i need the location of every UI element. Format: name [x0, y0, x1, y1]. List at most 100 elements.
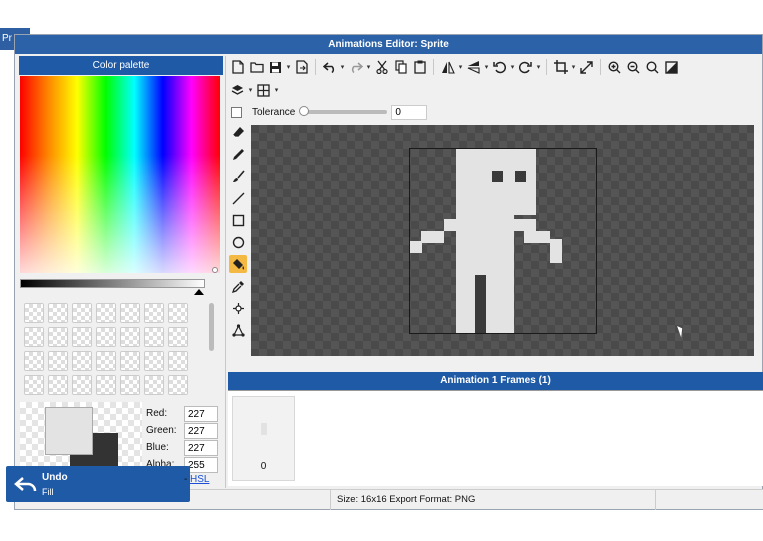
- swatch[interactable]: [120, 375, 140, 395]
- swatch[interactable]: [96, 375, 116, 395]
- blue-input[interactable]: [184, 440, 218, 456]
- swatch[interactable]: [168, 375, 188, 395]
- undo-toast[interactable]: Undo Fill: [6, 466, 190, 502]
- swatch[interactable]: [72, 351, 92, 371]
- flip-vertical-icon[interactable]: [464, 58, 483, 77]
- swatch[interactable]: [144, 327, 164, 347]
- redo-icon[interactable]: [346, 58, 365, 77]
- frames-panel: 0: [228, 390, 763, 486]
- swatch[interactable]: [72, 303, 92, 323]
- flip-horizontal-dropdown-icon[interactable]: ▾: [457, 63, 464, 71]
- open-folder-icon[interactable]: [247, 58, 266, 77]
- rotate-right-icon[interactable]: [516, 58, 535, 77]
- swatch[interactable]: [120, 303, 140, 323]
- swatch[interactable]: [48, 303, 68, 323]
- drawing-canvas[interactable]: [251, 125, 754, 356]
- toolbar-separator: [433, 59, 434, 75]
- crop-dropdown-icon[interactable]: ▾: [570, 63, 577, 71]
- cut-icon[interactable]: [372, 58, 391, 77]
- secondary-toolbar: ▾ ▾: [228, 80, 280, 100]
- rotate-left-dropdown-icon[interactable]: ▾: [509, 63, 516, 71]
- status-divider: [330, 490, 331, 510]
- layers-icon[interactable]: [228, 81, 247, 100]
- contrast-icon[interactable]: [662, 58, 681, 77]
- swatch[interactable]: [48, 327, 68, 347]
- frame-number: 0: [260, 461, 267, 472]
- brush-icon[interactable]: [229, 167, 247, 185]
- swatch[interactable]: [96, 351, 116, 371]
- swatch[interactable]: [168, 327, 188, 347]
- undo-icon[interactable]: [320, 58, 339, 77]
- select-point-icon[interactable]: [229, 299, 247, 317]
- spectrum-handle[interactable]: [212, 267, 218, 273]
- swatch[interactable]: [72, 327, 92, 347]
- swatch[interactable]: [168, 303, 188, 323]
- swatch[interactable]: [120, 351, 140, 371]
- swatch[interactable]: [24, 303, 44, 323]
- swatch[interactable]: [24, 327, 44, 347]
- blue-row: Blue:: [146, 440, 226, 456]
- save-dropdown-icon[interactable]: ▾: [285, 63, 292, 71]
- green-input[interactable]: [184, 423, 218, 439]
- undo-icon: [14, 477, 37, 492]
- tolerance-input[interactable]: [391, 104, 428, 120]
- swatch[interactable]: [168, 351, 188, 371]
- save-icon[interactable]: [266, 58, 285, 77]
- red-input[interactable]: [184, 406, 218, 422]
- swatch-grid: [24, 303, 196, 395]
- crop-icon[interactable]: [551, 58, 570, 77]
- tolerance-slider-knob[interactable]: [299, 106, 310, 116]
- hsl-mode-link[interactable]: HSL: [190, 474, 209, 485]
- rotate-right-dropdown-icon[interactable]: ▾: [535, 63, 542, 71]
- transform-icon[interactable]: [229, 321, 247, 339]
- pencil-icon[interactable]: [229, 145, 247, 163]
- eraser-icon[interactable]: [229, 123, 247, 141]
- flip-vertical-dropdown-icon[interactable]: ▾: [483, 63, 490, 71]
- swatch[interactable]: [72, 375, 92, 395]
- tool-options-bar: Tolerance: [231, 104, 428, 120]
- swatch[interactable]: [48, 351, 68, 371]
- export-icon[interactable]: [292, 58, 311, 77]
- sprite-bounds[interactable]: [409, 148, 597, 334]
- swatch[interactable]: [120, 327, 140, 347]
- window-title: Animations Editor: Sprite: [15, 35, 762, 54]
- swatch[interactable]: [24, 351, 44, 371]
- tolerance-checkbox[interactable]: [231, 106, 242, 118]
- grid-dropdown-icon[interactable]: ▾: [273, 86, 280, 94]
- circle-icon[interactable]: [229, 233, 247, 251]
- zoom-in-icon[interactable]: [605, 58, 624, 77]
- rotate-left-icon[interactable]: [490, 58, 509, 77]
- paste-icon[interactable]: [410, 58, 429, 77]
- color-spectrum[interactable]: [20, 76, 220, 273]
- tolerance-slider[interactable]: [299, 106, 388, 116]
- grid-icon[interactable]: [254, 81, 273, 100]
- swatch[interactable]: [144, 375, 164, 395]
- swatch[interactable]: [144, 303, 164, 323]
- resize-icon[interactable]: [577, 58, 596, 77]
- redo-dropdown-icon[interactable]: ▾: [365, 63, 372, 71]
- swatch[interactable]: [96, 303, 116, 323]
- layers-dropdown-icon[interactable]: ▾: [247, 86, 254, 94]
- line-icon[interactable]: [229, 189, 247, 207]
- shade-slider-arrow[interactable]: [194, 289, 204, 295]
- copy-icon[interactable]: [391, 58, 410, 77]
- swatch[interactable]: [144, 351, 164, 371]
- swatch[interactable]: [24, 375, 44, 395]
- zoom-out-icon[interactable]: [624, 58, 643, 77]
- shade-slider[interactable]: [20, 279, 205, 288]
- frame-thumbnail[interactable]: 0: [232, 396, 295, 481]
- frame-preview: [261, 423, 267, 435]
- swatch-scrollbar[interactable]: [209, 303, 214, 351]
- swatch[interactable]: [96, 327, 116, 347]
- primary-color[interactable]: [45, 407, 93, 455]
- undo-dropdown-icon[interactable]: ▾: [339, 63, 346, 71]
- flip-horizontal-icon[interactable]: [438, 58, 457, 77]
- rectangle-icon[interactable]: [229, 211, 247, 229]
- new-file-icon[interactable]: [228, 58, 247, 77]
- fill-bucket-icon[interactable]: [229, 255, 247, 273]
- eyedropper-icon[interactable]: [229, 277, 247, 295]
- panel-divider[interactable]: [225, 56, 226, 488]
- status-text: Size: 16x16 Export Format: PNG: [337, 494, 476, 505]
- swatch[interactable]: [48, 375, 68, 395]
- zoom-fit-icon[interactable]: [643, 58, 662, 77]
